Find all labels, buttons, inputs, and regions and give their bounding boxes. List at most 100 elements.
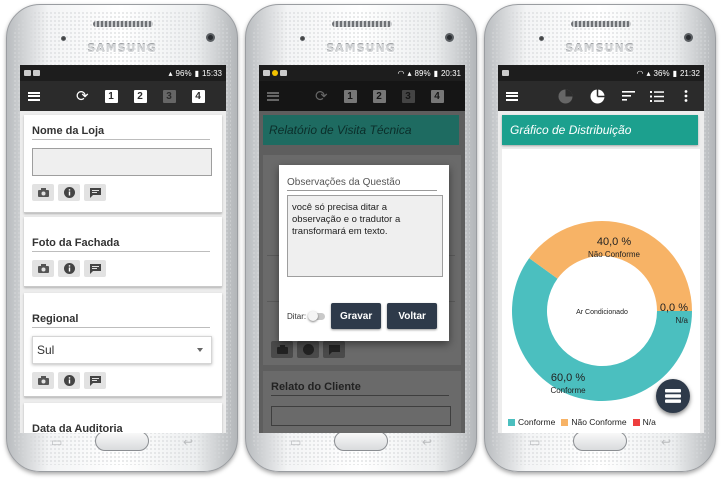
- battery-level: 96%: [175, 68, 192, 78]
- menu-icon[interactable]: [506, 91, 518, 101]
- home-button[interactable]: [334, 431, 388, 451]
- screen-dialog: ◠ ▴ 89% ▮ 20:31 ⟳ 1 2 3 4 Relatório de V…: [259, 65, 465, 433]
- slice-value-label: 60,0 %: [551, 372, 585, 384]
- step-3-tab[interactable]: 3: [401, 89, 415, 103]
- step-4-tab[interactable]: 4: [430, 89, 444, 103]
- step-1-tab[interactable]: 1: [104, 89, 118, 103]
- legend-label-conforme: Conforme: [518, 417, 556, 427]
- camera-icon[interactable]: [32, 260, 54, 277]
- back-button[interactable]: Voltar: [387, 303, 438, 329]
- proximity-sensor: [61, 36, 66, 41]
- recent-apps-key[interactable]: ▭: [290, 435, 301, 449]
- home-button[interactable]: [573, 431, 627, 451]
- screen-form: ▴ 96% ▮ 15:33 ⟳ 1 2 3 4 Nome da Loja Fot…: [20, 65, 226, 433]
- donut-center-label: Ar Condicionado: [576, 309, 628, 316]
- brand-logo: SAMSUNG: [87, 42, 157, 55]
- battery-icon: ▮: [194, 68, 199, 78]
- proximity-sensor: [539, 36, 544, 41]
- sync-icon[interactable]: ⟳: [315, 89, 328, 104]
- status-bar: ▴ 96% ▮ 15:33: [20, 65, 226, 81]
- speaker-grille: [571, 21, 631, 27]
- home-button[interactable]: [95, 431, 149, 451]
- step-1-tab[interactable]: 1: [343, 89, 357, 103]
- observation-dialog: Observações da Questão você só precisa d…: [279, 165, 449, 341]
- store-name-input[interactable]: [32, 148, 212, 176]
- pie-chart-alt-icon[interactable]: [558, 81, 573, 111]
- legend-label-nao-conforme: Não Conforme: [571, 417, 627, 427]
- donut-slice-n-o-conforme[interactable]: [529, 221, 692, 311]
- comment-icon: [323, 341, 345, 358]
- speaker-grille: [93, 21, 153, 27]
- front-camera: [684, 33, 693, 42]
- list-icon: [665, 389, 681, 403]
- region-select[interactable]: Sul: [32, 336, 212, 364]
- clock: 15:33: [201, 68, 222, 78]
- region-card: Regional Sul: [24, 293, 222, 397]
- dialog-title: Observações da Questão: [287, 177, 437, 191]
- recent-apps-key[interactable]: ▭: [51, 435, 62, 449]
- signal-icon: ▴: [168, 68, 173, 78]
- sort-icon[interactable]: [622, 81, 635, 111]
- pie-chart-icon[interactable]: [590, 81, 605, 111]
- step-4-tab[interactable]: 4: [191, 89, 205, 103]
- phone-frame-3: SAMSUNG ◠ ▴ 36% ▮ 21:32 Gráfico de Distr…: [484, 4, 716, 472]
- proximity-sensor: [300, 36, 305, 41]
- client-section-card: Relato do Cliente: [263, 371, 461, 433]
- app-toolbar: ⟳ 1 2 3 4: [259, 81, 465, 111]
- battery-icon: ▮: [672, 68, 677, 78]
- more-vert-icon[interactable]: [684, 81, 688, 111]
- slice-name-label: Não Conforme: [588, 250, 641, 259]
- status-bar: ◠ ▴ 36% ▮ 21:32: [498, 65, 704, 81]
- comment-icon[interactable]: [84, 260, 106, 277]
- brand-logo: SAMSUNG: [565, 42, 635, 55]
- brand-logo: SAMSUNG: [326, 42, 396, 55]
- dictate-switch[interactable]: [308, 310, 326, 321]
- menu-icon[interactable]: [28, 91, 40, 101]
- back-key[interactable]: ↩: [422, 435, 432, 449]
- info-icon[interactable]: [58, 184, 80, 201]
- info-icon[interactable]: [58, 372, 80, 389]
- client-section-input: [271, 406, 451, 426]
- field-label: Nome da Loja: [32, 125, 210, 140]
- legend-label-na: N/a: [642, 417, 656, 427]
- client-section-label: Relato do Cliente: [271, 381, 449, 396]
- numbered-list-icon[interactable]: [650, 81, 664, 111]
- record-button[interactable]: Gravar: [331, 303, 382, 329]
- list-view-fab[interactable]: [656, 379, 690, 413]
- comment-icon[interactable]: [84, 184, 106, 201]
- dictate-label: Ditar:: [287, 311, 307, 321]
- step-2-tab[interactable]: 2: [133, 89, 147, 103]
- battery-icon: ▮: [433, 68, 438, 78]
- image-notification-icon: [24, 70, 31, 76]
- chart-panel: Ar Condicionado 60,0 % Conforme 40,0 % Não C…: [502, 149, 700, 433]
- observation-textarea[interactable]: você só precisa ditar a observação e o t…: [287, 195, 443, 277]
- front-camera: [206, 33, 215, 42]
- camera-icon[interactable]: [32, 184, 54, 201]
- info-icon: [297, 341, 319, 358]
- speaker-grille: [332, 21, 392, 27]
- wifi-icon: ◠: [397, 68, 405, 78]
- camera-icon[interactable]: [32, 372, 54, 389]
- back-key[interactable]: ↩: [661, 435, 671, 449]
- step-2-tab[interactable]: 2: [372, 89, 386, 103]
- chart-legend: Conforme Não Conforme N/a: [508, 417, 656, 427]
- status-bar: ◠ ▴ 89% ▮ 20:31: [259, 65, 465, 81]
- menu-icon[interactable]: [267, 91, 279, 101]
- step-3-tab[interactable]: 3: [162, 89, 176, 103]
- comment-icon[interactable]: [84, 372, 106, 389]
- back-key[interactable]: ↩: [183, 435, 193, 449]
- legend-swatch-na: [632, 418, 640, 426]
- info-icon[interactable]: [58, 260, 80, 277]
- app-toolbar: [498, 81, 704, 111]
- clock: 20:31: [440, 68, 461, 78]
- app-toolbar: ⟳ 1 2 3 4: [20, 81, 226, 111]
- app-notification-icon: [280, 70, 287, 76]
- recent-apps-key[interactable]: ▭: [529, 435, 540, 449]
- chart-title: Gráfico de Distribuição: [502, 115, 698, 145]
- battery-level: 89%: [414, 68, 431, 78]
- field-label: Foto da Fachada: [32, 237, 210, 252]
- audit-date-card: Data da Auditoria: [24, 403, 222, 433]
- clock: 21:32: [679, 68, 700, 78]
- sync-icon[interactable]: ⟳: [76, 89, 89, 104]
- facade-photo-card: Foto da Fachada: [24, 217, 222, 287]
